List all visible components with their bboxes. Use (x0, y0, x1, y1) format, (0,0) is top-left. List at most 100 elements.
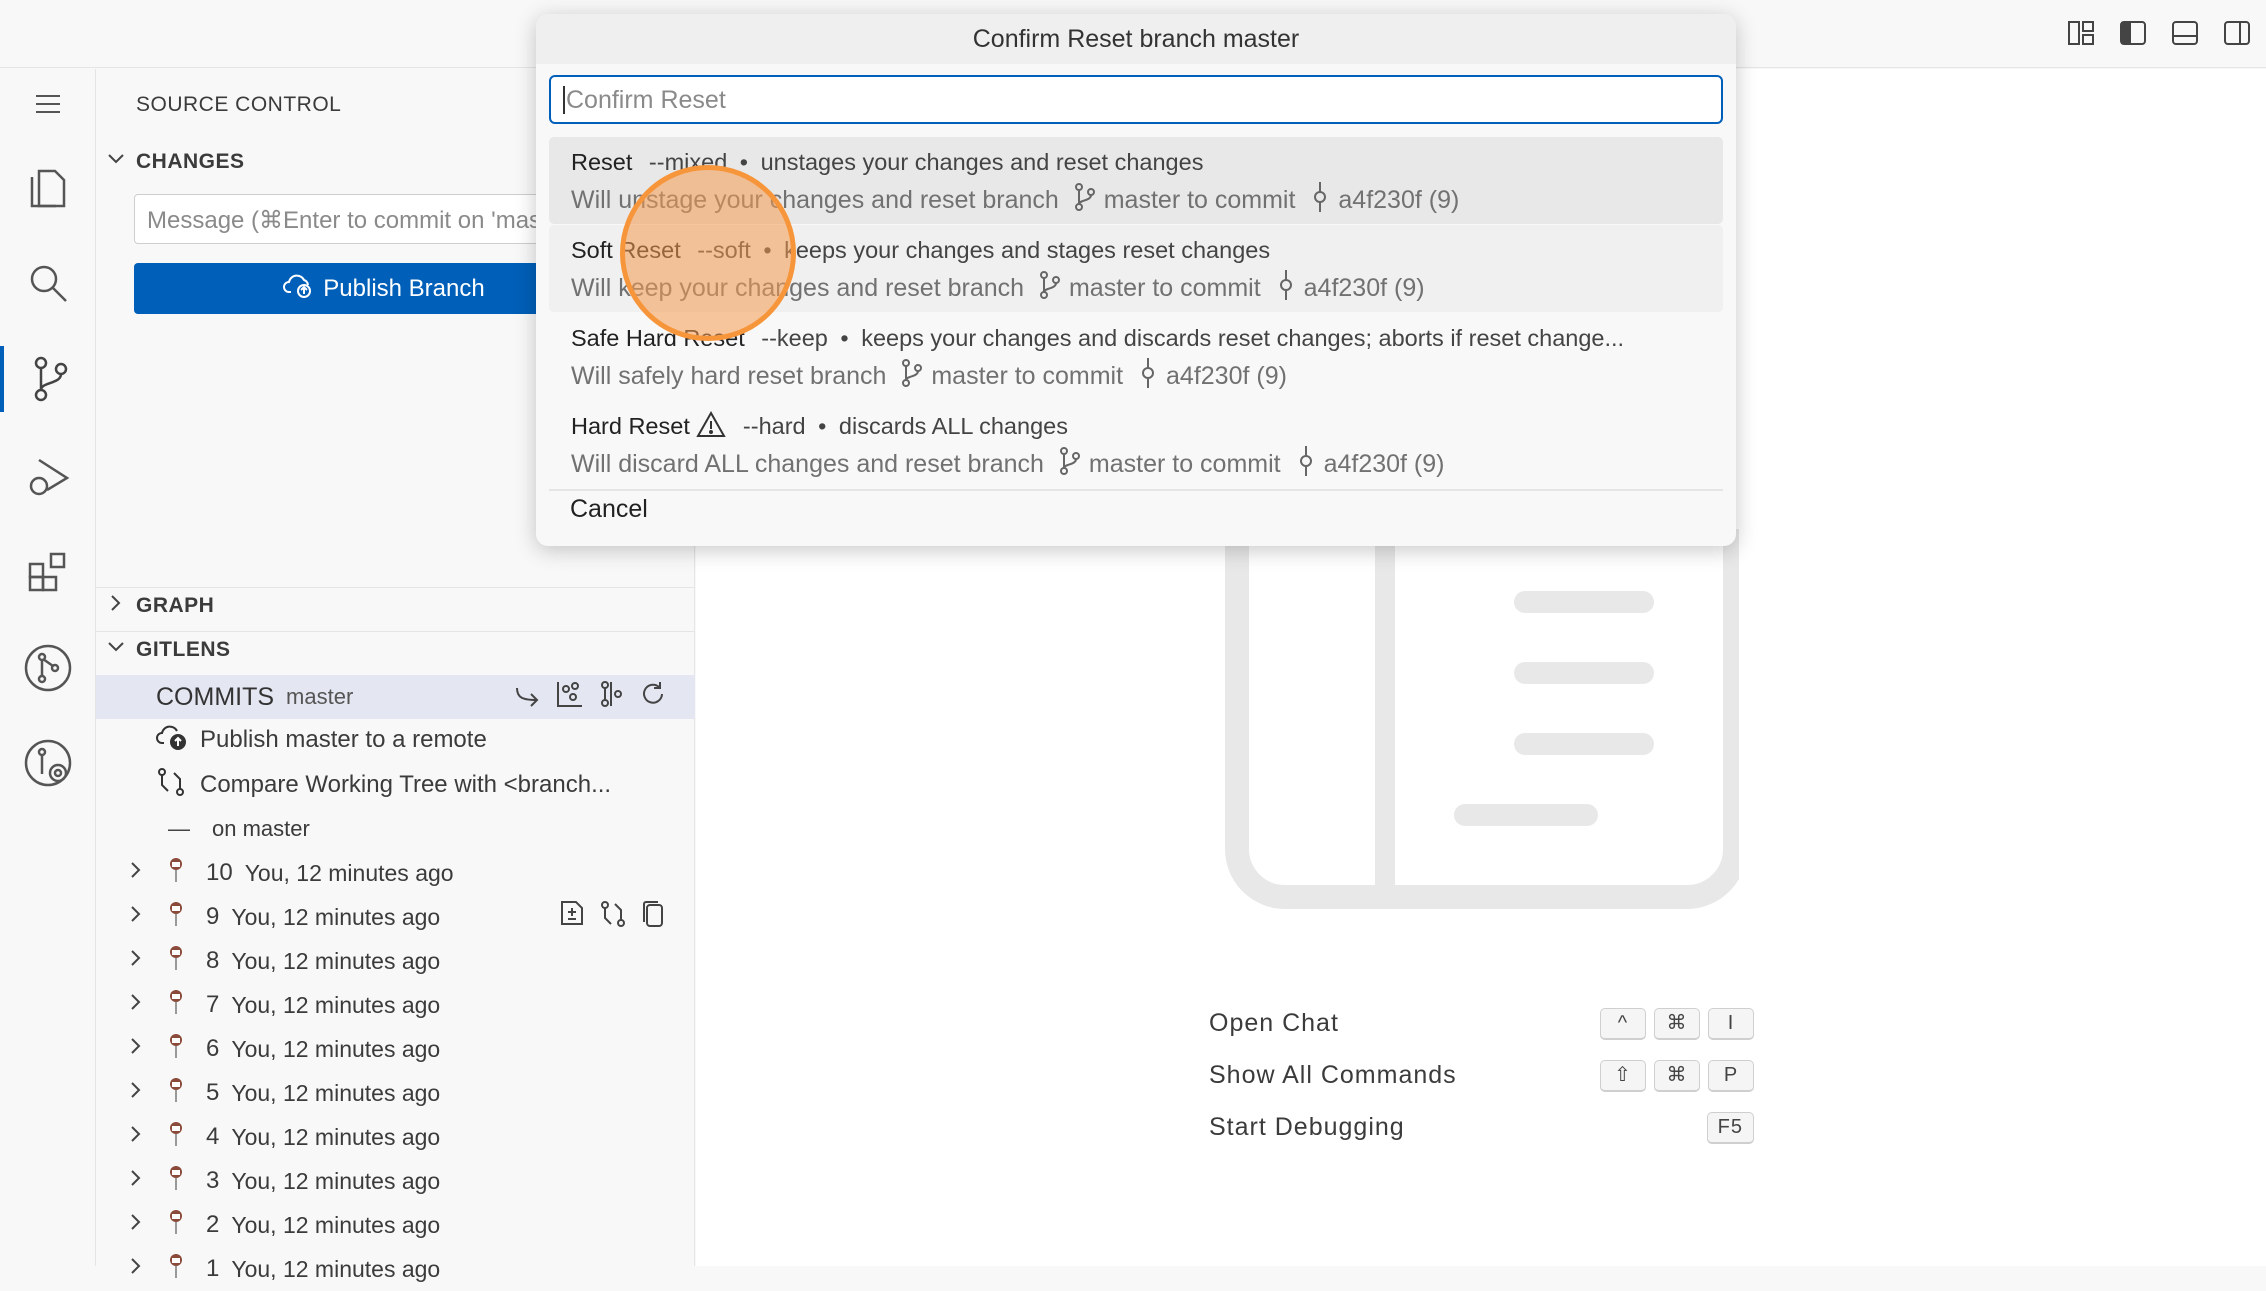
keycap: ⌘ (1654, 1060, 1700, 1092)
quick-pick-input[interactable]: Confirm Reset (549, 75, 1723, 124)
compare-branches-icon[interactable] (597, 680, 625, 715)
separator: • (840, 325, 848, 351)
commit-number: 5 (206, 1079, 219, 1107)
warning-icon (696, 413, 726, 439)
divider (549, 489, 1723, 491)
compare-icon[interactable] (599, 900, 627, 935)
chevron-right-icon[interactable] (126, 1123, 146, 1151)
chevron-right-icon[interactable] (126, 1211, 146, 1239)
keycap: ⌘ (1654, 1008, 1700, 1040)
gitlens-label: GITLENS (136, 638, 231, 662)
commit-row[interactable]: 8 You, 12 minutes ago (96, 939, 695, 983)
commit-number: 1 (206, 1255, 219, 1283)
commit-row[interactable]: 5 You, 12 minutes ago (96, 1071, 695, 1115)
git-commit-icon (1296, 450, 1316, 478)
extensions-icon[interactable] (0, 539, 96, 605)
gitlens-icon[interactable] (0, 635, 96, 701)
option-branch: master to commit (1104, 186, 1296, 214)
sidebar-title: SOURCE CONTROL (136, 93, 341, 117)
refresh-icon[interactable] (639, 680, 667, 715)
run-debug-icon[interactable] (0, 444, 96, 510)
gitlens-inspect-icon[interactable] (0, 730, 96, 796)
option-detail: Will safely hard reset branch (571, 362, 886, 390)
option-commit: a4f230f (9) (1324, 450, 1445, 478)
chevron-right-icon[interactable] (126, 947, 146, 975)
commit-meta: You, 12 minutes ago (231, 948, 440, 975)
commit-number: 9 (206, 903, 219, 931)
publish-branch-label: Publish Branch (323, 275, 484, 303)
graph-view-icon[interactable] (555, 680, 583, 715)
commit-row[interactable]: 3 You, 12 minutes ago (96, 1159, 695, 1203)
commits-view-row[interactable]: COMMITS master (96, 675, 695, 719)
commit-row[interactable]: 2 You, 12 minutes ago (96, 1203, 695, 1247)
avatar (166, 1253, 196, 1286)
menu-icon[interactable] (0, 71, 96, 137)
chevron-right-icon[interactable] (126, 859, 146, 887)
chevron-right-icon[interactable] (126, 1035, 146, 1063)
customize-layout-icon[interactable] (2066, 18, 2096, 48)
changes-label: CHANGES (136, 150, 245, 174)
option-branch: master to commit (1089, 450, 1281, 478)
git-branch-icon (899, 362, 925, 390)
graph-section-header[interactable]: GRAPH (106, 593, 214, 618)
separator: • (818, 413, 826, 439)
toggle-panel-icon[interactable] (2170, 18, 2200, 48)
commit-meta: You, 12 minutes ago (231, 904, 440, 931)
commit-row[interactable]: 1 You, 12 minutes ago (96, 1247, 695, 1291)
avatar (166, 1077, 196, 1110)
open-changes-icon[interactable] (559, 900, 585, 935)
source-control-icon[interactable] (0, 346, 96, 412)
switch-branch-icon[interactable] (513, 680, 541, 715)
copy-icon[interactable] (641, 900, 665, 935)
keycap: F5 (1707, 1112, 1754, 1144)
commit-row[interactable]: 4 You, 12 minutes ago (96, 1115, 695, 1159)
search-icon[interactable] (0, 250, 96, 316)
keycap: ^ (1600, 1008, 1646, 1040)
git-commit-icon (1138, 362, 1158, 390)
cloud-upload-icon (156, 723, 196, 758)
commit-row[interactable]: 9 You, 12 minutes ago (96, 895, 695, 939)
publish-remote-label: Publish master to a remote (200, 726, 487, 754)
chevron-right-icon[interactable] (126, 903, 146, 931)
watermark-logo (1225, 529, 1739, 929)
commit-meta: You, 12 minutes ago (231, 1036, 440, 1063)
option-commit: a4f230f (9) (1338, 186, 1459, 214)
chevron-right-icon[interactable] (126, 1255, 146, 1283)
cloud-upload-icon (283, 272, 313, 305)
option-commit: a4f230f (9) (1166, 362, 1287, 390)
gitlens-section-header[interactable]: GITLENS (106, 637, 231, 662)
chevron-right-icon[interactable] (126, 1079, 146, 1107)
toggle-secondary-sidebar-icon[interactable] (2222, 18, 2252, 48)
chevron-down-icon (106, 637, 126, 662)
avatar (166, 945, 196, 978)
commit-number: 4 (206, 1123, 219, 1151)
avatar (166, 989, 196, 1022)
dialog-title: Confirm Reset branch master (536, 14, 1736, 64)
commit-row[interactable]: 6 You, 12 minutes ago (96, 1027, 695, 1071)
on-master-label: on master (212, 816, 310, 842)
commit-meta: You, 12 minutes ago (231, 1256, 440, 1283)
chevron-right-icon[interactable] (126, 1167, 146, 1195)
compare-working-tree-item[interactable]: Compare Working Tree with <branch... (96, 763, 695, 807)
changes-section-header[interactable]: CHANGES (106, 149, 245, 174)
commit-row[interactable]: 7 You, 12 minutes ago (96, 983, 695, 1027)
avatar (166, 901, 196, 934)
toggle-primary-sidebar-icon[interactable] (2118, 18, 2148, 48)
explorer-icon[interactable] (0, 153, 96, 219)
reset-option[interactable]: Hard Reset --hard • discards ALL changes… (549, 401, 1723, 488)
chevron-right-icon[interactable] (126, 991, 146, 1019)
option-description: discards ALL changes (839, 413, 1068, 439)
option-label: Reset (571, 149, 632, 175)
commit-number: 8 (206, 947, 219, 975)
keycap: ⇧ (1600, 1060, 1646, 1092)
cancel-option[interactable]: Cancel (570, 495, 648, 524)
commit-number: 7 (206, 991, 219, 1019)
commit-row[interactable]: 10 You, 12 minutes ago (96, 851, 695, 895)
commit-number: 2 (206, 1211, 219, 1239)
branch-status-item: — on master (96, 807, 695, 851)
publish-to-remote-item[interactable]: Publish master to a remote (96, 718, 695, 762)
commit-number: 3 (206, 1167, 219, 1195)
option-label: Hard Reset (571, 413, 690, 439)
git-commit-icon (1310, 186, 1330, 214)
option-branch: master to commit (1069, 274, 1261, 302)
